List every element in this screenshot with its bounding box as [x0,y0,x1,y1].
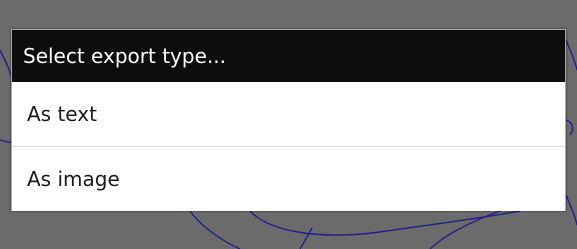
dialog-title: Select export type... [12,30,565,82]
option-as-text[interactable]: As text [12,82,565,146]
export-type-dialog: Select export type... As text As image [11,29,566,211]
option-as-image[interactable]: As image [12,147,565,211]
